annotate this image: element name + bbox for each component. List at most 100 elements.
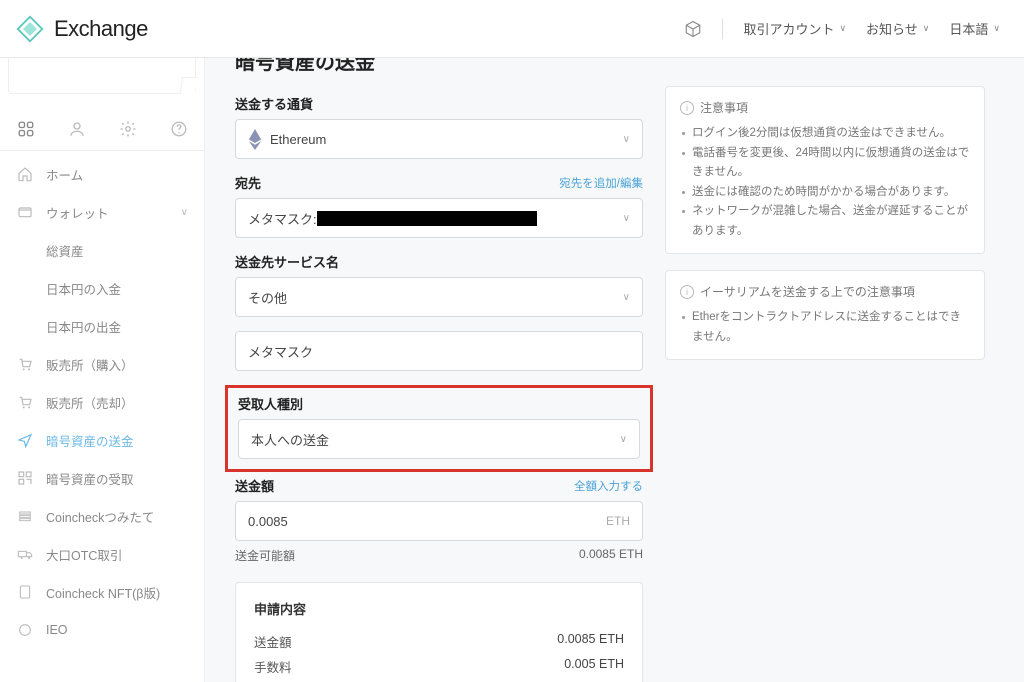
brand-name: Exchange [54,16,148,42]
notice-list: ログイン後2分間は仮想通貨の送金はできません。 電話番号を変更後、24時間以内に… [680,124,970,241]
notice-item: ネットワークが混雑した場合、送金が遅延することがあります。 [680,202,970,241]
sidebar-item-crypto-receive[interactable]: 暗号資産の受取 [0,459,204,497]
tab-settings[interactable] [102,108,153,150]
header-right: 取引アカウント ∨ お知らせ ∨ 日本語 ∨ [684,19,1000,39]
chevron-down-icon: ∨ [839,23,846,34]
service-label: 送金先サービス名 [235,252,339,271]
sidebar-sub-all-assets[interactable]: 総資産 [0,231,204,269]
sidebar-item-wallet[interactable]: ウォレット ∨ [0,193,204,231]
account-menu-label: 取引アカウント [743,19,834,38]
sidebar-sub-jpy-deposit[interactable]: 日本円の入金 [0,269,204,307]
notice-column: i 注意事項 ログイン後2分間は仮想通貨の送金はできません。 電話番号を変更後、… [665,58,985,682]
notice-menu-label: お知らせ [866,19,918,38]
currency-group: 送金する通貨 Ethereum ∨ [235,94,643,159]
service-group: 送金先サービス名 その他 ∨ [235,252,643,317]
sidebar-item-label: IEO [46,623,68,637]
coin-icon [16,621,34,639]
chevron-down-icon: ∨ [623,134,630,145]
amount-input[interactable]: 0.0085 ETH [235,501,643,541]
available-value: 0.0085 ETH [579,547,643,564]
sidebar-tabs [0,108,204,151]
sidebar-item-nft[interactable]: Coincheck NFT(β版) [0,573,204,611]
currency-select[interactable]: Ethereum ∨ [235,119,643,159]
sidebar: ホーム ウォレット ∨ 総資産 日本円の入金 日本円の出金 販売所（購入） 販売… [0,58,205,682]
sidebar-item-label: ホーム [46,165,83,184]
destination-select[interactable]: メタマスク: ∨ [235,198,643,238]
chevron-down-icon: ∨ [181,207,188,218]
service-text-input[interactable]: メタマスク [235,331,643,371]
currency-value: Ethereum [270,132,326,147]
qr-icon [16,469,34,487]
sidebar-item-label: Coincheckつみたて [46,507,154,526]
sidebar-item-crypto-send[interactable]: 暗号資産の送金 [0,421,204,459]
sidebar-item-otc[interactable]: 大口OTC取引 [0,535,204,573]
sidebar-item-sell[interactable]: 販売所（売却） [0,383,204,421]
sidebar-item-label: 暗号資産の受取 [46,469,134,488]
truck-icon [16,545,34,563]
amount-all-link[interactable]: 全額入力する [574,478,643,494]
service-text-value: メタマスク [248,342,313,361]
recipient-type-select[interactable]: 本人への送金 ∨ [238,419,640,459]
ethereum-icon [248,132,262,146]
sidebar-item-home[interactable]: ホーム [0,155,204,193]
redacted-address [317,211,537,226]
language-menu[interactable]: 日本語 ∨ [949,19,1000,38]
divider [722,19,723,39]
sidebar-item-label: Coincheck NFT(β版) [46,583,160,602]
tab-user[interactable] [51,108,102,150]
sidebar-item-label: 販売所（購入） [46,355,134,374]
notice-title: 注意事項 [700,99,748,116]
recipient-type-label: 受取人種別 [238,394,303,413]
sidebar-item-tsumitate[interactable]: Coincheckつみたて [0,497,204,535]
service-value: その他 [248,288,287,307]
service-select[interactable]: その他 ∨ [235,277,643,317]
language-menu-label: 日本語 [949,19,988,38]
notice-box-ethereum: i イーサリアムを送金する上での注意事項 Etherをコントラクトアドレスに送金… [665,270,985,360]
sidebar-sub-jpy-withdraw[interactable]: 日本円の出金 [0,307,204,345]
sidebar-item-label: 大口OTC取引 [46,545,122,564]
sidebar-card [8,58,196,94]
notice-item: 送金には確認のため時間がかかる場合があります。 [680,183,970,203]
gear-icon [119,120,137,138]
home-icon [16,165,34,183]
chevron-down-icon: ∨ [923,23,930,34]
sidebar-item-buy[interactable]: 販売所（購入） [0,345,204,383]
info-icon: i [680,101,694,115]
chevron-down-icon: ∨ [623,213,630,224]
doc-icon [16,583,34,601]
destination-group: 宛先 宛先を追加/編集 メタマスク: ∨ [235,173,643,238]
tab-grid[interactable] [0,108,51,150]
recipient-type-highlight: 受取人種別 本人への送金 ∨ [225,385,653,472]
summary-fee-value: 0.005 ETH [564,657,624,676]
notice-list: Etherをコントラクトアドレスに送金することはできません。 [680,308,970,347]
notice-item: 電話番号を変更後、24時間以内に仮想通貨の送金はできません。 [680,144,970,183]
notice-item: Etherをコントラクトアドレスに送金することはできません。 [680,308,970,347]
tab-help[interactable] [153,108,204,150]
destination-manage-link[interactable]: 宛先を追加/編集 [559,175,643,191]
form-column: 暗号資産の送金 送金する通貨 Ethereum ∨ 宛先 宛先を追加/編集 メタ… [235,58,643,682]
amount-label: 送金額 [235,476,274,495]
chevron-down-icon: ∨ [993,23,1000,34]
user-icon [68,120,86,138]
account-menu[interactable]: 取引アカウント ∨ [743,19,846,38]
cube-icon-button[interactable] [684,20,702,38]
page-title: 暗号資産の送金 [235,58,643,82]
sidebar-item-ieo[interactable]: IEO [0,611,204,649]
wallet-icon [16,203,34,221]
notice-menu[interactable]: お知らせ ∨ [866,19,929,38]
sidebar-item-label: ウォレット [46,203,109,222]
service-text-group: メタマスク [235,331,643,371]
chevron-down-icon: ∨ [620,434,627,445]
summary-fee-label: 手数料 [254,657,292,676]
cube-icon [684,20,702,38]
cart-icon [16,355,34,373]
currency-label: 送金する通貨 [235,94,313,113]
brand-logo[interactable]: Exchange [16,15,148,43]
summary-amount-value: 0.0085 ETH [557,632,624,651]
recipient-type-value: 本人への送金 [251,430,329,449]
destination-value-prefix: メタマスク: [248,209,317,228]
info-icon: i [680,285,694,299]
logo-icon [16,15,44,43]
grid-icon [17,120,35,138]
stack-icon [16,507,34,525]
